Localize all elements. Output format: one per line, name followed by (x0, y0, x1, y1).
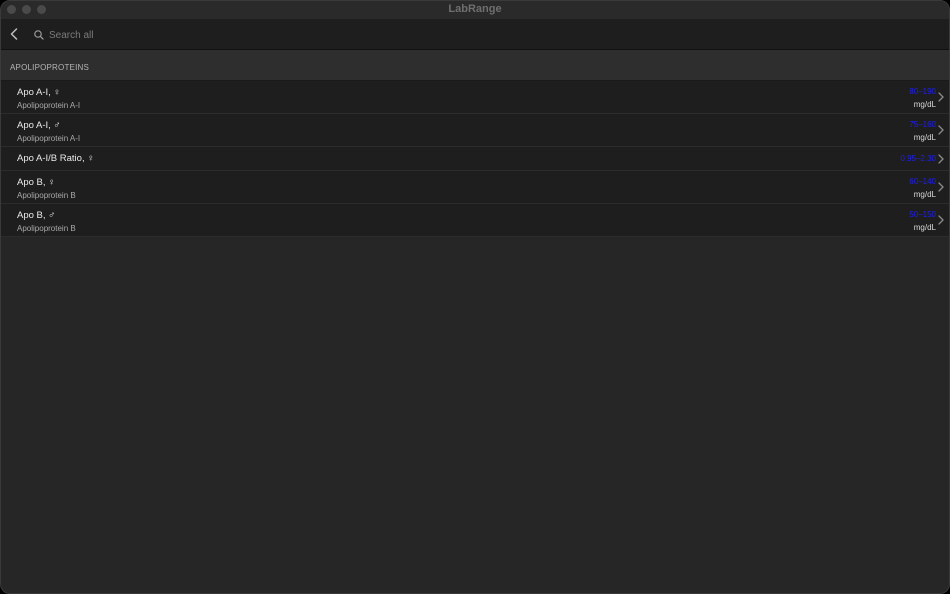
item-name: Apo B, ♂ (17, 210, 56, 221)
search-icon (34, 30, 44, 40)
chevron-right-icon (938, 182, 944, 192)
item-unit: mg/dL (913, 100, 936, 109)
item-subtitle: Apolipoprotein B (17, 224, 76, 233)
item-range: 0.95–2.30 (900, 154, 936, 163)
item-subtitle: Apolipoprotein B (17, 191, 76, 200)
toolbar (1, 19, 949, 50)
section-header: APOLIPOPROTEINS (1, 50, 949, 81)
back-button[interactable] (7, 27, 21, 41)
item-unit: mg/dL (913, 133, 936, 142)
item-name: Apo A-I, ♂ (17, 120, 61, 131)
item-name: Apo B, ♀ (17, 177, 56, 188)
item-name: Apo A-I/B Ratio, ♀ (17, 153, 95, 164)
list-item[interactable]: Apo A-I/B Ratio, ♀ 0.95–2.30 (1, 147, 949, 171)
search-input[interactable] (49, 29, 409, 41)
list-item[interactable]: Apo A-I, ♀ Apolipoprotein A-I 80–190 mg/… (1, 81, 949, 114)
chevron-right-icon (938, 215, 944, 225)
item-range: 50–150 (909, 210, 936, 219)
list-item[interactable]: Apo B, ♀ Apolipoprotein B 60–140 mg/dL (1, 171, 949, 204)
reference-list: Apo A-I, ♀ Apolipoprotein A-I 80–190 mg/… (1, 81, 949, 237)
item-name: Apo A-I, ♀ (17, 87, 61, 98)
item-subtitle: Apolipoprotein A-I (17, 134, 81, 143)
list-item[interactable]: Apo A-I, ♂ Apolipoprotein A-I 75–160 mg/… (1, 114, 949, 147)
item-range: 60–140 (909, 177, 936, 186)
window-title: LabRange (448, 3, 502, 15)
chevron-right-icon (938, 125, 944, 135)
item-range: 80–190 (909, 87, 936, 96)
search-field[interactable] (34, 26, 434, 44)
item-range: 75–160 (909, 120, 936, 129)
app-window: LabRange APOLIPOPROTEINS Apo A-I, ♀ Apol… (0, 0, 950, 594)
item-unit: mg/dL (913, 190, 936, 199)
title-bar: LabRange (1, 1, 949, 19)
list-item[interactable]: Apo B, ♂ Apolipoprotein B 50–150 mg/dL (1, 204, 949, 237)
item-unit: mg/dL (913, 223, 936, 232)
chevron-left-icon (10, 28, 18, 40)
item-subtitle: Apolipoprotein A-I (17, 101, 81, 110)
section-title: APOLIPOPROTEINS (10, 63, 90, 72)
chevron-right-icon (938, 92, 944, 102)
chevron-right-icon (938, 154, 944, 164)
